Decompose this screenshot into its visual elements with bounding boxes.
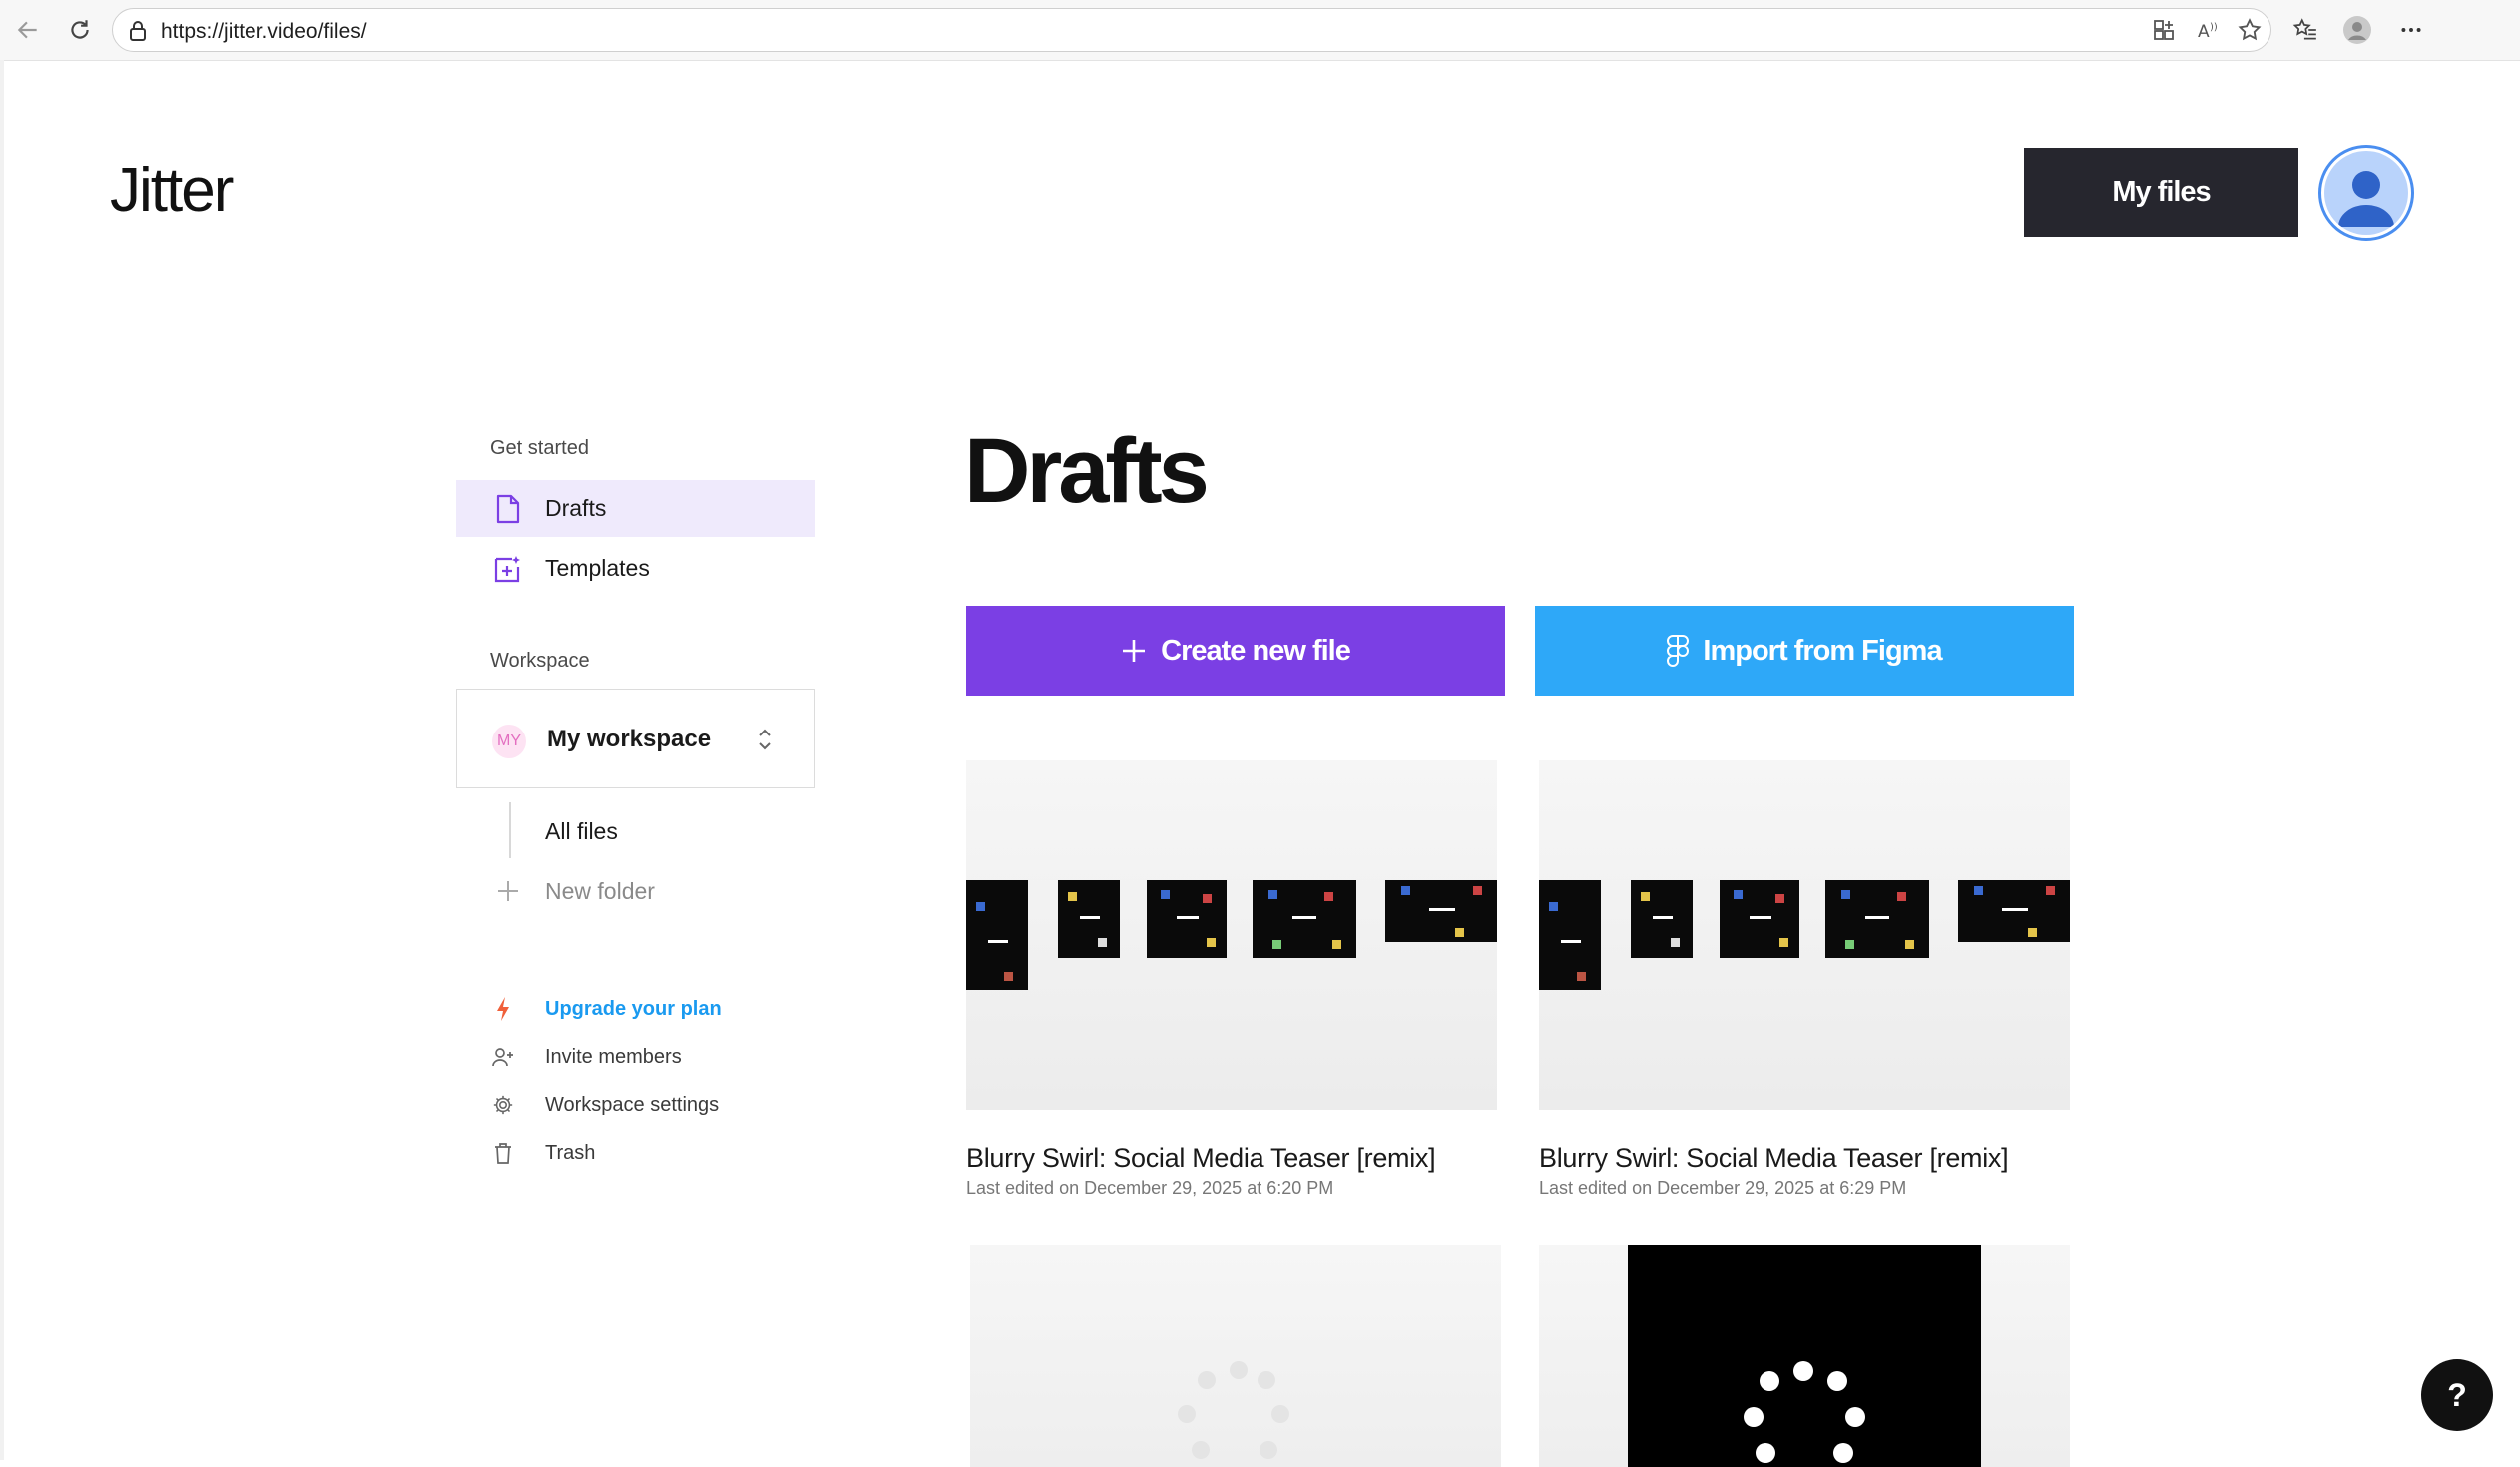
workspace-settings-label: Workspace settings xyxy=(545,1093,720,1116)
favorites-list-icon[interactable] xyxy=(2289,14,2321,46)
file-thumbnail-loading[interactable] xyxy=(1539,1245,2070,1467)
lock-icon xyxy=(129,21,147,46)
plus-icon xyxy=(1123,640,1146,662)
figma-icon xyxy=(1667,635,1690,667)
thumbnail-frame xyxy=(1720,880,1799,958)
thumbnail-frame xyxy=(1253,880,1356,958)
thumbnail-frame xyxy=(1147,880,1227,958)
new-folder-button[interactable]: New folder xyxy=(495,876,655,906)
file-thumbnail[interactable] xyxy=(966,760,1497,1110)
file-title[interactable]: Blurry Swirl: Social Media Teaser [remix… xyxy=(1539,1143,2009,1174)
thumbnail-frame xyxy=(1958,880,2070,942)
get-started-label: Get started xyxy=(490,437,589,459)
gear-icon xyxy=(490,1092,516,1118)
app-available-icon[interactable] xyxy=(2148,14,2180,46)
thumbnail-frame xyxy=(1058,880,1120,958)
file-edited-time: Last edited on December 29, 2025 at 6:20… xyxy=(966,1178,1334,1198)
template-icon xyxy=(493,554,523,584)
address-bar[interactable]: https://jitter.video/files/ xyxy=(112,8,2271,52)
lightning-icon xyxy=(490,996,516,1022)
import-from-figma-button[interactable]: Import from Figma xyxy=(1535,606,2074,696)
file-card[interactable]: Blurry Swirl: Social Media Teaser [remix… xyxy=(966,760,1497,1198)
trash-label: Trash xyxy=(545,1141,596,1164)
thumbnail-frame xyxy=(1825,880,1929,958)
back-icon[interactable] xyxy=(12,14,44,46)
file-edited-time: Last edited on December 29, 2025 at 6:29… xyxy=(1539,1178,1907,1198)
new-folder-label: New folder xyxy=(545,877,655,904)
trash-icon xyxy=(490,1140,516,1166)
upgrade-plan-link[interactable]: Upgrade your plan xyxy=(490,994,722,1024)
svg-text:)): )) xyxy=(2210,22,2218,33)
read-aloud-icon[interactable]: A)) xyxy=(2192,14,2224,46)
file-icon xyxy=(493,494,523,524)
workspace-name: My workspace xyxy=(547,726,712,752)
invite-members-label: Invite members xyxy=(545,1045,682,1068)
thumbnail-frame xyxy=(1539,880,1601,990)
sidebar-item-drafts[interactable]: Drafts xyxy=(456,480,815,537)
more-menu-icon[interactable] xyxy=(2395,14,2427,46)
favorite-star-icon[interactable] xyxy=(2234,14,2266,46)
sidebar-item-label: Templates xyxy=(545,555,650,581)
jitter-logo[interactable]: Jitter xyxy=(110,155,234,226)
user-avatar[interactable] xyxy=(2318,145,2414,241)
folder-all-files[interactable]: All files xyxy=(545,818,618,845)
import-from-figma-label: Import from Figma xyxy=(1703,634,1942,667)
my-files-button[interactable]: My files xyxy=(2024,148,2298,237)
file-card[interactable]: Blurry Swirl: Social Media Teaser [remix… xyxy=(1539,760,2070,1198)
profile-icon[interactable] xyxy=(2341,14,2373,46)
url-text: https://jitter.video/files/ xyxy=(161,20,367,43)
thumbnail-frame xyxy=(1385,880,1497,942)
help-button[interactable]: ? xyxy=(2421,1359,2493,1431)
sidebar-item-label: Drafts xyxy=(545,495,607,521)
page-title: Drafts xyxy=(964,420,1210,522)
create-new-file-button[interactable]: Create new file xyxy=(966,606,1505,696)
workspace-badge: MY xyxy=(492,725,526,758)
folder-tree-line xyxy=(509,802,511,858)
user-plus-icon xyxy=(490,1044,516,1070)
file-thumbnail[interactable] xyxy=(1539,760,2070,1110)
thumbnail-frame xyxy=(1631,880,1693,958)
user-icon xyxy=(2338,171,2394,227)
browser-toolbar: https://jitter.video/files/ A)) xyxy=(0,0,2520,61)
upgrade-plan-label: Upgrade your plan xyxy=(545,997,722,1020)
invite-members-link[interactable]: Invite members xyxy=(490,1042,682,1072)
workspace-selector[interactable]: MY My workspace xyxy=(456,689,815,788)
plus-icon xyxy=(495,878,521,904)
thumbnail-frame xyxy=(966,880,1028,990)
file-title[interactable]: Blurry Swirl: Social Media Teaser [remix… xyxy=(966,1143,1436,1174)
chevron-updown-icon xyxy=(756,725,774,759)
workspace-settings-link[interactable]: Workspace settings xyxy=(490,1090,719,1120)
trash-link[interactable]: Trash xyxy=(490,1138,595,1168)
reload-icon[interactable] xyxy=(64,14,96,46)
workspace-label: Workspace xyxy=(490,650,590,672)
create-new-file-label: Create new file xyxy=(1161,634,1351,667)
loading-spinner-icon xyxy=(1628,1245,1981,1467)
svg-text:A: A xyxy=(2198,22,2210,42)
file-thumbnail-loading[interactable] xyxy=(970,1245,1501,1467)
sidebar-item-templates[interactable]: Templates xyxy=(456,540,815,597)
